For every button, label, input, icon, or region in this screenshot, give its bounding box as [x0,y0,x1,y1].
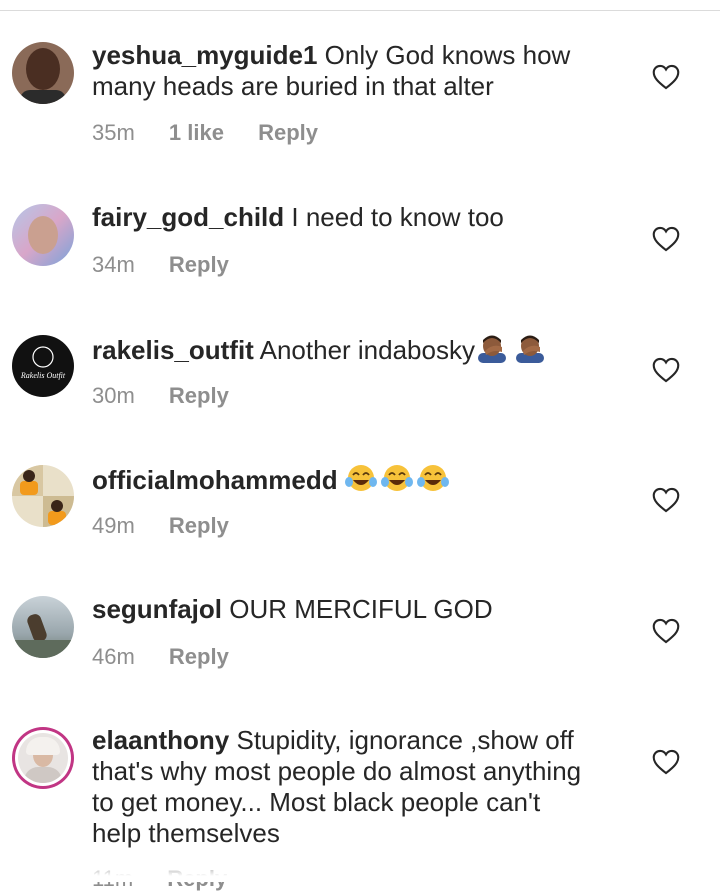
reply-button[interactable]: Reply [258,120,318,145]
likes-count[interactable]: 1 like [169,120,224,145]
heart-outline-icon[interactable] [652,749,680,775]
comment-meta: 49m Reply [92,513,257,539]
heart-outline-icon[interactable] [652,618,680,644]
comment-body: OUR MERCIFUL GOD [222,594,493,624]
tears-of-joy-emoji [380,465,413,491]
reply-button[interactable]: Reply [169,252,229,277]
reply-button[interactable]: Reply [169,383,229,408]
heart-outline-icon[interactable] [652,64,680,90]
reply-button[interactable]: Reply [169,644,229,669]
top-divider [0,10,720,11]
username[interactable]: rakelis_outfit [92,335,254,365]
comment-text: elaanthony Stupidity, ignorance ,show of… [92,725,592,849]
comment-text: rakelis_outfit Another indabosky [92,333,612,366]
rakelis-logo: Rakelis Outfit [20,346,66,380]
timestamp: 34m [92,252,135,277]
comment-meta: 34m Reply [92,252,257,278]
username[interactable]: elaanthony [92,725,229,755]
comment-text: officialmohammedd [92,463,612,496]
comment-body [338,465,345,495]
avatar-caption: Rakelis Outfit [20,371,66,380]
username[interactable]: officialmohammedd [92,465,338,495]
avatar[interactable]: Rakelis Outfit [12,335,74,397]
heart-outline-icon[interactable] [652,226,680,252]
avatar[interactable] [12,596,74,658]
timestamp: 35m [92,120,135,145]
avatar-story-ring[interactable] [12,727,74,789]
timestamp: 49m [92,513,135,538]
heart-outline-icon[interactable] [652,487,680,513]
reply-button[interactable]: Reply [169,513,229,538]
username[interactable]: segunfajol [92,594,222,624]
comment-meta: 30m Reply [92,383,257,409]
username[interactable]: yeshua_myguide1 [92,40,317,70]
comment-text: yeshua_myguide1 Only God knows how many … [92,40,612,102]
comment-body: Another indabosky [253,335,475,365]
avatar[interactable] [12,465,74,527]
comment-meta: 35m 1 like Reply [92,120,346,146]
heart-outline-icon[interactable] [652,357,680,383]
comment-text: fairy_god_child I need to know too [92,202,612,233]
bottom-fade [0,862,720,882]
facepalm-emoji [515,335,544,363]
timestamp: 30m [92,383,135,408]
username[interactable]: fairy_god_child [92,202,284,232]
comment-text: segunfajol OUR MERCIFUL GOD [92,594,612,625]
avatar[interactable] [12,42,74,104]
facepalm-emoji [477,335,506,363]
avatar[interactable] [12,204,74,266]
tears-of-joy-emoji [344,465,377,491]
timestamp: 46m [92,644,135,669]
tears-of-joy-emoji [416,465,449,491]
comment-meta: 46m Reply [92,644,257,670]
comment-body: I need to know too [284,202,504,232]
